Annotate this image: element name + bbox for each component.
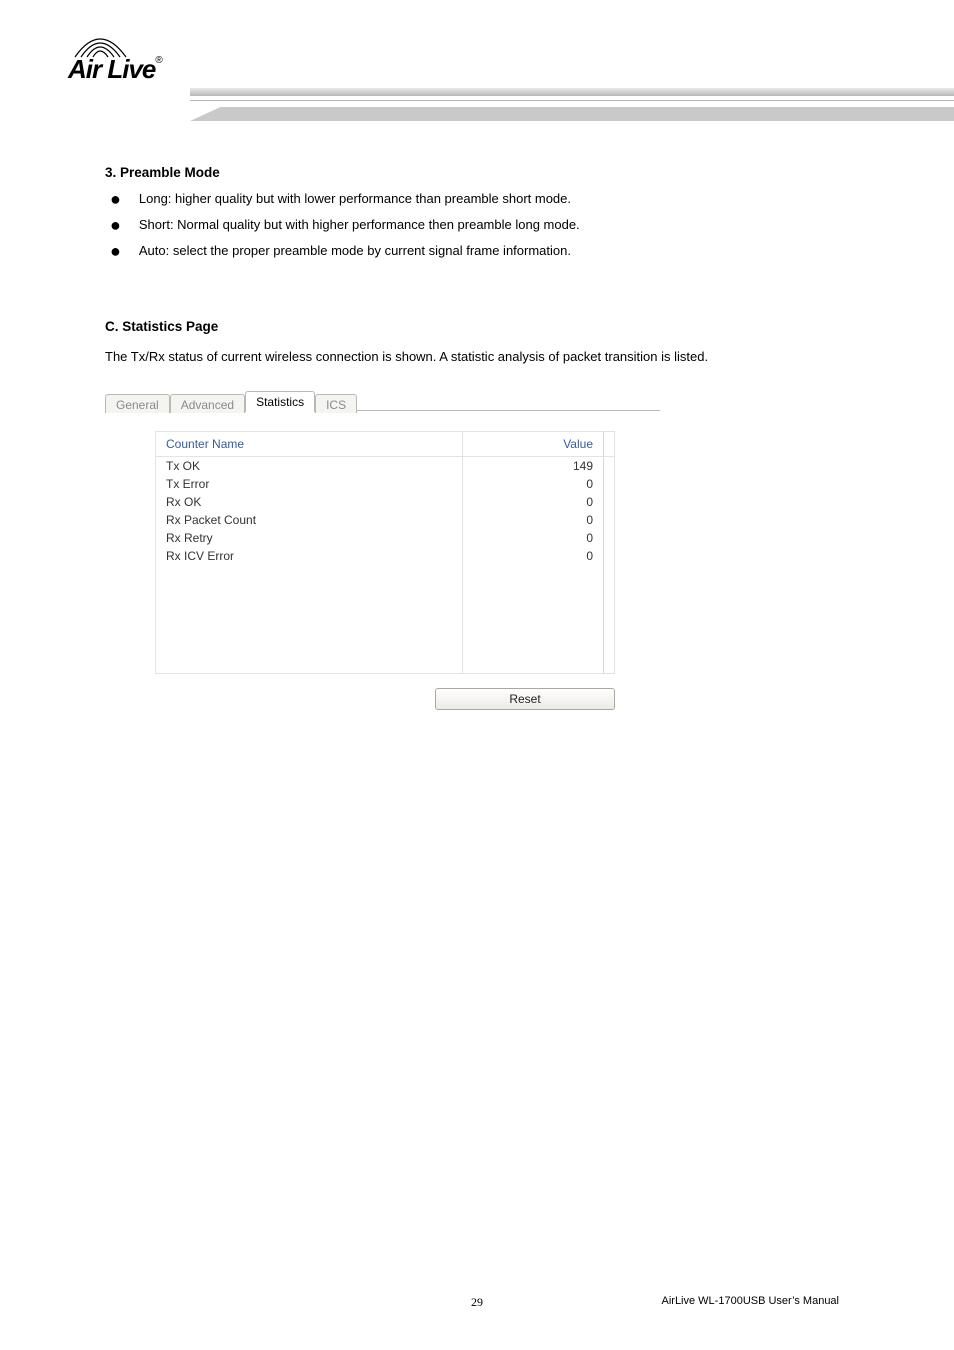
bullet-icon: ● bbox=[110, 242, 121, 260]
page-number: 29 bbox=[471, 1295, 483, 1310]
table-row[interactable]: Tx OK149 bbox=[156, 456, 615, 475]
table-row bbox=[156, 619, 615, 637]
tab-statistics[interactable]: Statistics bbox=[245, 391, 315, 412]
statistics-page-heading: C. Statistics Page bbox=[105, 319, 859, 334]
table-row[interactable]: Rx Packet Count0 bbox=[156, 511, 615, 529]
table-row[interactable]: Rx Retry0 bbox=[156, 529, 615, 547]
table-row bbox=[156, 637, 615, 655]
statistics-description: The Tx/Rx status of current wireless con… bbox=[105, 344, 859, 370]
preamble-mode-list: ● Long: higher quality but with lower per… bbox=[105, 190, 859, 261]
counter-name: Tx OK bbox=[156, 456, 463, 475]
table-row bbox=[156, 655, 615, 674]
statistics-table: Counter Name Value Tx OK149 Tx Error0 Rx… bbox=[155, 431, 615, 674]
brand-logo: Air Live® bbox=[68, 35, 162, 82]
tab-advanced[interactable]: Advanced bbox=[170, 394, 245, 413]
header-decoration bbox=[190, 88, 954, 121]
bullet-long: Long: higher quality but with lower perf… bbox=[139, 190, 571, 208]
table-row bbox=[156, 601, 615, 619]
manual-title: AirLive WL-1700USB User’s Manual bbox=[662, 1295, 840, 1307]
col-value[interactable]: Value bbox=[463, 431, 604, 456]
counter-name: Rx Retry bbox=[156, 529, 463, 547]
bullet-icon: ● bbox=[110, 216, 121, 234]
counter-value: 0 bbox=[463, 547, 604, 565]
counter-value: 149 bbox=[463, 456, 604, 475]
col-counter-name[interactable]: Counter Name bbox=[156, 431, 463, 456]
counter-value: 0 bbox=[463, 493, 604, 511]
tab-bar: General Advanced Statistics ICS bbox=[105, 390, 660, 411]
counter-value: 0 bbox=[463, 529, 604, 547]
bullet-icon: ● bbox=[110, 190, 121, 208]
counter-value: 0 bbox=[463, 475, 604, 493]
statistics-panel: General Advanced Statistics ICS Counter … bbox=[105, 390, 660, 740]
table-row bbox=[156, 565, 615, 583]
bullet-short: Short: Normal quality but with higher pe… bbox=[139, 216, 580, 234]
counter-name: Rx ICV Error bbox=[156, 547, 463, 565]
counter-name: Rx Packet Count bbox=[156, 511, 463, 529]
tab-ics[interactable]: ICS bbox=[315, 394, 357, 413]
logo-waves-icon bbox=[73, 35, 128, 60]
bullet-auto: Auto: select the proper preamble mode by… bbox=[139, 242, 571, 260]
table-row bbox=[156, 583, 615, 601]
counter-name: Tx Error bbox=[156, 475, 463, 493]
table-row[interactable]: Tx Error0 bbox=[156, 475, 615, 493]
registered-icon: ® bbox=[155, 55, 161, 66]
preamble-mode-heading: 3. Preamble Mode bbox=[105, 165, 859, 180]
tab-general[interactable]: General bbox=[105, 394, 170, 413]
counter-value: 0 bbox=[463, 511, 604, 529]
table-row[interactable]: Rx OK0 bbox=[156, 493, 615, 511]
counter-name: Rx OK bbox=[156, 493, 463, 511]
table-row[interactable]: Rx ICV Error0 bbox=[156, 547, 615, 565]
reset-button[interactable]: Reset bbox=[435, 688, 615, 710]
